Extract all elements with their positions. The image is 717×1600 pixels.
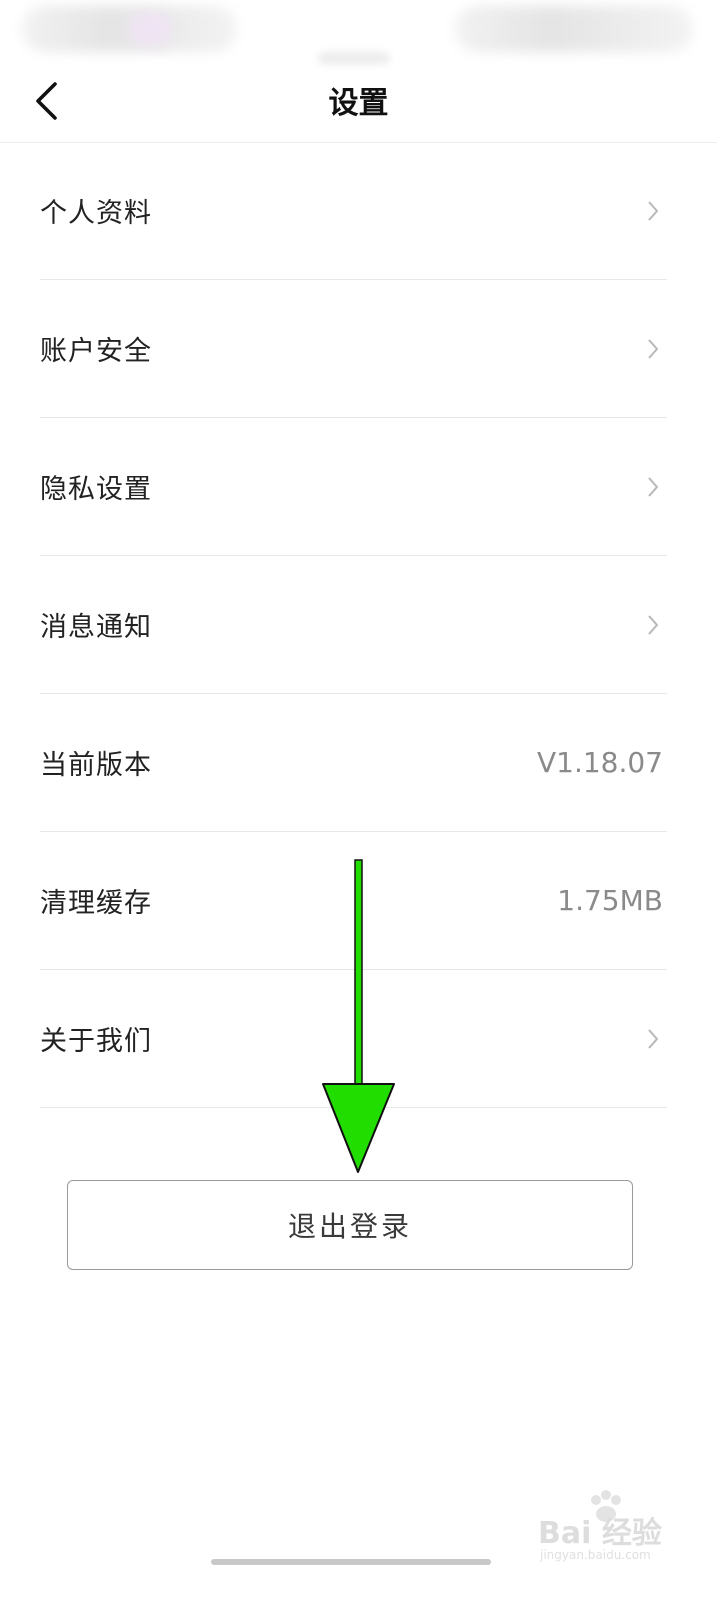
watermark-url: jingyan.baidu.com: [540, 1548, 651, 1562]
page-title: 设置: [328, 86, 389, 121]
menu-item-label: 个人资料: [40, 198, 152, 229]
settings-menu: 个人资料 账户安全 隐私设置 消息通知 当前版本 V1.18.07 清理缓存 1…: [40, 142, 667, 1108]
chevron-right-icon: [648, 1028, 659, 1049]
menu-item-label: 清理缓存: [40, 888, 152, 919]
menu-item-profile[interactable]: 个人资料: [40, 142, 667, 280]
menu-item-label: 消息通知: [40, 612, 152, 643]
menu-item-notifications[interactable]: 消息通知: [40, 556, 667, 694]
cache-size-value: 1.75MB: [557, 884, 663, 917]
watermark: Bai 经验 jingyan.baidu.com: [538, 1490, 698, 1562]
status-bar-avatar-blur: [128, 12, 172, 46]
version-value: V1.18.07: [536, 746, 663, 779]
menu-item-label: 隐私设置: [40, 474, 152, 505]
chevron-right-icon: [648, 614, 659, 635]
menu-item-clear-cache[interactable]: 清理缓存 1.75MB: [40, 832, 667, 970]
status-bar-right-blur: [455, 6, 693, 52]
paw-logo-icon: [591, 1490, 621, 1522]
menu-item-privacy[interactable]: 隐私设置: [40, 418, 667, 556]
status-bar-notch-blur: [318, 52, 390, 64]
status-bar: [0, 0, 717, 64]
menu-item-version[interactable]: 当前版本 V1.18.07: [40, 694, 667, 832]
watermark-text: Bai 经验: [538, 1516, 662, 1551]
menu-item-about-us[interactable]: 关于我们: [40, 970, 667, 1108]
menu-item-label: 当前版本: [40, 750, 152, 781]
menu-item-account-security[interactable]: 账户安全: [40, 280, 667, 418]
home-indicator: [211, 1559, 491, 1565]
menu-item-label: 账户安全: [40, 336, 152, 367]
chevron-right-icon: [648, 476, 659, 497]
chevron-right-icon: [648, 200, 659, 221]
menu-item-label: 关于我们: [40, 1026, 152, 1057]
nav-bar: 设置: [0, 64, 717, 143]
chevron-right-icon: [648, 338, 659, 359]
logout-button[interactable]: 退出登录: [67, 1180, 633, 1270]
